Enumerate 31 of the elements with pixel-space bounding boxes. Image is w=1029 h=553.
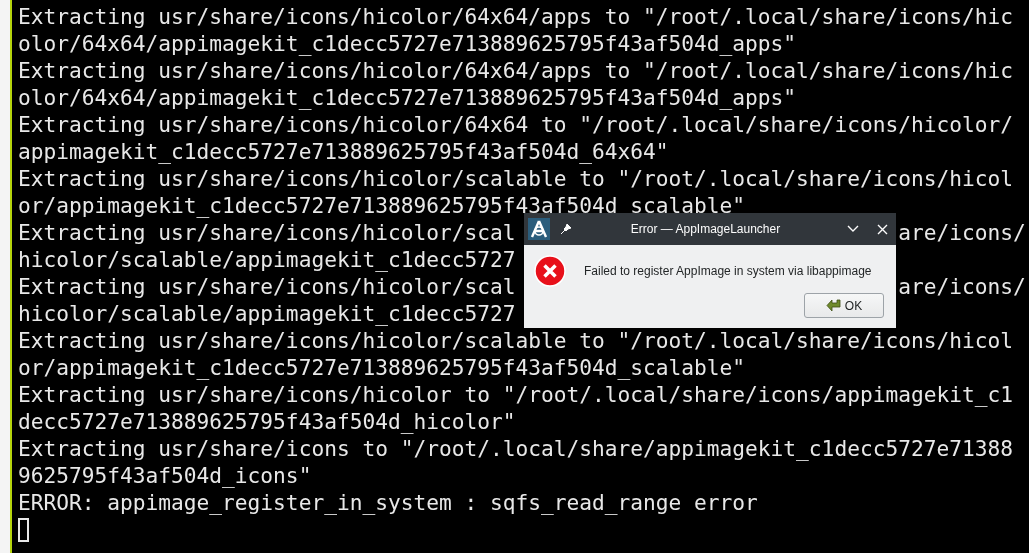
terminal-line: are/icons/ <box>898 219 1026 246</box>
terminal-line: Extracting usr/share/icons/hicolor/scalable to "/root/.local/share/icons/hicol <box>18 327 1013 354</box>
terminal-line: olor/64x64/appimagekit_c1decc5727e713889625795f43af504d_apps" <box>18 84 797 111</box>
chevron-down-icon[interactable] <box>847 225 859 233</box>
terminal-line: decc5727e713889625795f43af504d_hicolor" <box>18 408 516 435</box>
close-icon[interactable] <box>877 223 888 235</box>
terminal-line: 9625795f43af504d_icons" <box>18 462 312 489</box>
terminal-line: Extracting usr/share/icons/hicolor/scalable to "/root/.local/share/icons/hicol <box>18 165 1013 192</box>
terminal-line: are/icons/ <box>898 273 1026 300</box>
terminal-line: hicolor/scalable/appimagekit_c1decc5727 <box>18 300 516 327</box>
terminal-line: olor/64x64/appimagekit_c1decc5727e713889625795f43af504d_apps" <box>18 30 797 57</box>
pin-icon[interactable] <box>560 223 572 235</box>
text-cursor <box>18 518 29 542</box>
terminal-line: or/appimagekit_c1decc5727e713889625795f43af504d_scalable" <box>18 192 746 219</box>
terminal-line: Extracting usr/share/icons to "/root/.local/share/appimagekit_c1decc5727e71388 <box>18 435 1013 462</box>
terminal-line: Extracting usr/share/icons/hicolor/64x64/apps to "/root/.local/share/icons/hic <box>18 57 1013 84</box>
terminal-line: or/appimagekit_c1decc5727e713889625795f43af504d_scalable" <box>18 354 746 381</box>
ok-button[interactable]: OK <box>804 293 884 318</box>
terminal-line: Extracting usr/share/icons/hicolor/64x64 to "/root/.local/share/icons/hicolor/ <box>18 111 1013 138</box>
terminal-line: Extracting usr/share/icons/hicolor to "/root/.local/share/icons/appimagekit_c1 <box>18 381 1013 408</box>
error-icon <box>534 255 566 287</box>
app-logo-icon <box>528 218 550 240</box>
terminal-line: ERROR: appimage_register_in_system : sqfs_read_range error <box>18 489 758 516</box>
terminal-line: hicolor/scalable/appimagekit_c1decc5727 <box>18 246 516 273</box>
arrow-icon <box>825 298 842 313</box>
terminal-line: Extracting usr/share/icons/hicolor/scal <box>18 273 516 300</box>
terminal-line: Extracting usr/share/icons/hicolor/scal <box>18 219 516 246</box>
terminal-line: Extracting usr/share/icons/hicolor/64x64/apps to "/root/.local/share/icons/hic <box>18 3 1013 30</box>
window-title: Error — AppImageLauncher <box>629 222 782 236</box>
terminal-line: appimagekit_c1decc5727e713889625795f43af504d_64x64" <box>18 138 669 165</box>
error-message: Failed to register AppImage in system via libappimage <box>584 264 872 278</box>
